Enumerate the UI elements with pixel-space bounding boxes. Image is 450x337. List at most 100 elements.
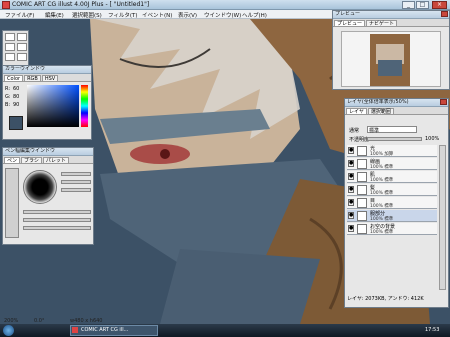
visibility-eye-icon[interactable]: ● [348,199,354,206]
layer-close-icon[interactable] [440,99,447,105]
tab-palette[interactable]: パレット [42,157,69,164]
menu-selection[interactable]: 選択範囲(S) [72,11,102,19]
menu-help[interactable]: ヘルプ(H) [242,11,267,19]
tab-preview[interactable]: プレビュー [334,20,366,27]
preview-area[interactable] [341,31,441,87]
clock: 17:53 [425,327,440,333]
layer-mode: 100% 標準 [370,217,394,222]
color-panel-tabs: Color RGB HSV [3,74,91,82]
tab-selection[interactable]: 選択範囲 [367,108,394,115]
menu-edit[interactable]: 編集(E) [45,11,64,19]
layer-mode: 100% 加算 [370,152,394,157]
preview-thumbnail [370,34,410,86]
layer-panel-tabs: レイヤ 選択範囲 [345,107,448,115]
layer-row[interactable]: ● 髪 100% 標準 [347,184,437,196]
color-panel-title: カラーウインドウ [3,66,91,74]
menu-window[interactable]: ウインドウ(W) [204,11,241,19]
size-slider[interactable] [61,172,91,176]
select-tool-icon[interactable] [5,53,15,61]
layer-row-selected[interactable]: ● 服部分 100% 標準 [347,210,437,222]
brush-preset-list[interactable] [5,168,19,238]
taskbar-app-button[interactable]: COMIC ART CG ill... [70,325,158,336]
pen-panel: ペン幅編集ウインドウ ペン ブラシ パレット [2,147,94,245]
preview-panel: プレビュー プレビュー ナビゲート [332,10,450,90]
color-r-value[interactable]: 60 [13,86,19,92]
tab-navigate[interactable]: ナビゲート [366,20,398,27]
visibility-eye-icon[interactable]: ● [348,147,354,154]
texture-slider[interactable] [61,188,91,192]
app-icon [2,1,10,9]
opacity-slider[interactable] [23,210,91,214]
menu-event[interactable]: イベント(N) [142,11,172,19]
layer-opacity-slider[interactable] [367,137,422,141]
layer-row[interactable]: ● 肌 100% 標準 [347,171,437,183]
window-title: COMIC ART CG illust 4.00J Plus - [ "Unti… [12,1,150,8]
color-b-value[interactable]: 90 [13,102,19,108]
preview-panel-tabs: プレビュー ナビゲート [333,19,449,27]
visibility-eye-icon[interactable]: ● [348,186,354,193]
color-b-label: B: [5,102,11,108]
menu-view[interactable]: 表示(V) [178,11,197,19]
move-tool-icon[interactable] [17,33,27,41]
layer-thumbnail [357,159,367,169]
zoom-tool-icon[interactable] [17,53,27,61]
layer-mode: 100% 標準 [370,165,394,170]
blur-slider[interactable] [23,218,91,222]
pen-panel-title: ペン幅編集ウインドウ [3,148,93,156]
layer-thumbnail [357,224,367,234]
density-slider[interactable] [61,180,91,184]
blend-mode-select[interactable]: 標準 [367,126,417,134]
eraser-tool-icon[interactable] [5,43,15,51]
visibility-eye-icon[interactable]: ● [348,173,354,180]
layer-opacity-value: 100% [425,136,440,142]
tab-hsv[interactable]: HSV [41,75,59,82]
tool-palette [2,30,29,70]
color-r-label: R: [5,86,11,92]
layer-row[interactable]: ● 光 100% 加算 [347,145,437,157]
layer-row[interactable]: ● 線画 100% 標準 [347,158,437,170]
fill-tool-icon[interactable] [17,43,27,51]
color-g-label: G: [5,94,11,100]
hue-slider[interactable] [81,85,88,127]
layer-thumbnail [357,185,367,195]
color-panel: カラーウインドウ Color RGB HSV R: 60 G: 80 B: 90 [2,65,92,140]
opacity-label: 不透明度 [349,137,370,143]
pen-tool-icon[interactable] [5,33,15,41]
layer-thumbnail [357,211,367,221]
layer-thumbnail [357,172,367,182]
visibility-eye-icon[interactable]: ● [348,225,354,232]
start-button-icon[interactable] [3,325,14,336]
layer-thumbnail [357,146,367,156]
visibility-eye-icon[interactable]: ● [348,160,354,167]
tab-pen[interactable]: ペン [4,157,21,164]
brush-preview [23,170,57,204]
menu-file[interactable]: ファイル(F) [5,11,34,19]
layer-mode: 100% 標準 [370,191,394,196]
title-bar: COMIC ART CG illust 4.00J Plus - [ "Unti… [0,0,450,10]
preview-close-icon[interactable] [441,11,448,17]
layer-panel-title: レイヤ(全体倍率表示/50%) [345,99,448,107]
tab-brush[interactable]: ブラシ [21,157,42,164]
layer-panel: レイヤ(全体倍率表示/50%) レイヤ 選択範囲 通常 標準 不透明度 100%… [344,98,449,308]
tab-rgb[interactable]: RGB [24,75,41,82]
tab-layer[interactable]: レイヤ [346,108,367,115]
mix-slider[interactable] [23,226,91,230]
layer-mode: 100% 標準 [370,230,394,235]
taskbar: COMIC ART CG ill... 17:53 [0,324,450,337]
current-color-swatch[interactable] [9,116,23,130]
color-picker-square[interactable] [27,85,79,127]
color-g-value[interactable]: 80 [13,94,19,100]
close-button[interactable]: × [432,1,447,9]
layer-scrollbar[interactable] [439,145,446,290]
taskbar-app-icon [72,327,78,333]
layer-thumbnail [357,198,367,208]
visibility-eye-icon[interactable]: ● [348,212,354,219]
tab-color[interactable]: Color [4,75,24,82]
menu-filter[interactable]: フィルタ(T) [108,11,138,19]
maximize-button[interactable]: □ [416,1,429,9]
preview-panel-title: プレビュー [333,11,449,19]
layer-row[interactable]: ● お空の背景 100% 標準 [347,223,437,235]
layer-mode: 100% 標準 [370,178,394,183]
minimize-button[interactable]: _ [402,1,415,9]
layer-row[interactable]: ● 目 100% 標準 [347,197,437,209]
